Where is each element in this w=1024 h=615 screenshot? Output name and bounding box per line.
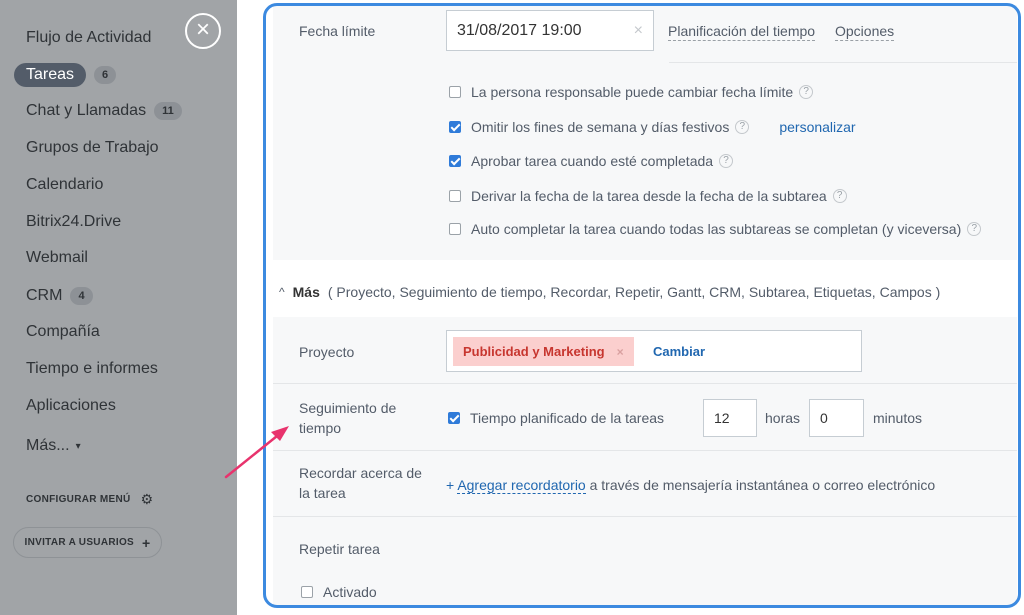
sidebar-item-label: Tiempo e informes	[26, 360, 158, 377]
sidebar-item-company[interactable]: Compañía	[26, 323, 100, 341]
sidebar-item-workgroups[interactable]: Grupos de Trabajo	[26, 139, 159, 157]
sidebar-item-label: Webmail	[26, 249, 88, 266]
sidebar-item-tasks[interactable]: Tareas 6	[14, 63, 117, 87]
pointer-arrow-icon	[224, 426, 289, 479]
sidebar-item-webmail[interactable]: Webmail	[26, 249, 88, 267]
sidebar-item-calendar[interactable]: Calendario	[26, 176, 103, 194]
highlight-frame	[263, 3, 1021, 608]
sidebar-item-crm[interactable]: CRM 4	[26, 287, 93, 305]
configure-menu-label: CONFIGURAR MENÚ	[26, 494, 131, 505]
sidebar-item-label: Tareas	[14, 63, 87, 87]
configure-menu-button[interactable]: CONFIGURAR MENÚ ⚙	[26, 491, 153, 508]
sidebar-item-label: Bitrix24.Drive	[26, 213, 122, 230]
plus-icon: +	[142, 534, 151, 551]
close-icon[interactable]: ×	[185, 13, 221, 49]
sidebar-item-more[interactable]: Más... ▾	[26, 437, 81, 455]
sidebar-item-chat-calls[interactable]: Chat y Llamadas 11	[26, 102, 182, 120]
sidebar-item-drive[interactable]: Bitrix24.Drive	[26, 213, 121, 231]
sidebar-item-label: Calendario	[26, 176, 104, 193]
sidebar-item-time-reports[interactable]: Tiempo e informes	[26, 360, 158, 378]
invite-users-label: INVITAR A USUARIOS	[24, 537, 134, 548]
sidebar-item-applications[interactable]: Aplicaciones	[26, 397, 116, 415]
sidebar-item-label: Aplicaciones	[26, 397, 116, 414]
tasks-count-badge: 6	[94, 66, 117, 84]
sidebar-item-label: Compañía	[26, 323, 100, 340]
sidebar-item-activity-stream[interactable]: Flujo de Actividad	[26, 29, 151, 47]
sidebar-item-label: CRM	[26, 287, 63, 304]
sidebar-item-label: Más...	[26, 437, 70, 454]
sidebar-item-label: Flujo de Actividad	[26, 29, 152, 46]
crm-count-badge: 4	[70, 287, 93, 305]
chevron-down-icon: ▾	[75, 440, 81, 452]
sidebar-item-label: Grupos de Trabajo	[26, 139, 159, 156]
sidebar: Flujo de Actividad Tareas 6 Chat y Llama…	[0, 0, 237, 615]
gear-icon: ⚙	[140, 491, 154, 507]
sidebar-item-label: Chat y Llamadas	[26, 102, 147, 119]
chat-count-badge: 11	[154, 102, 182, 120]
invite-users-button[interactable]: INVITAR A USUARIOS +	[13, 527, 162, 558]
